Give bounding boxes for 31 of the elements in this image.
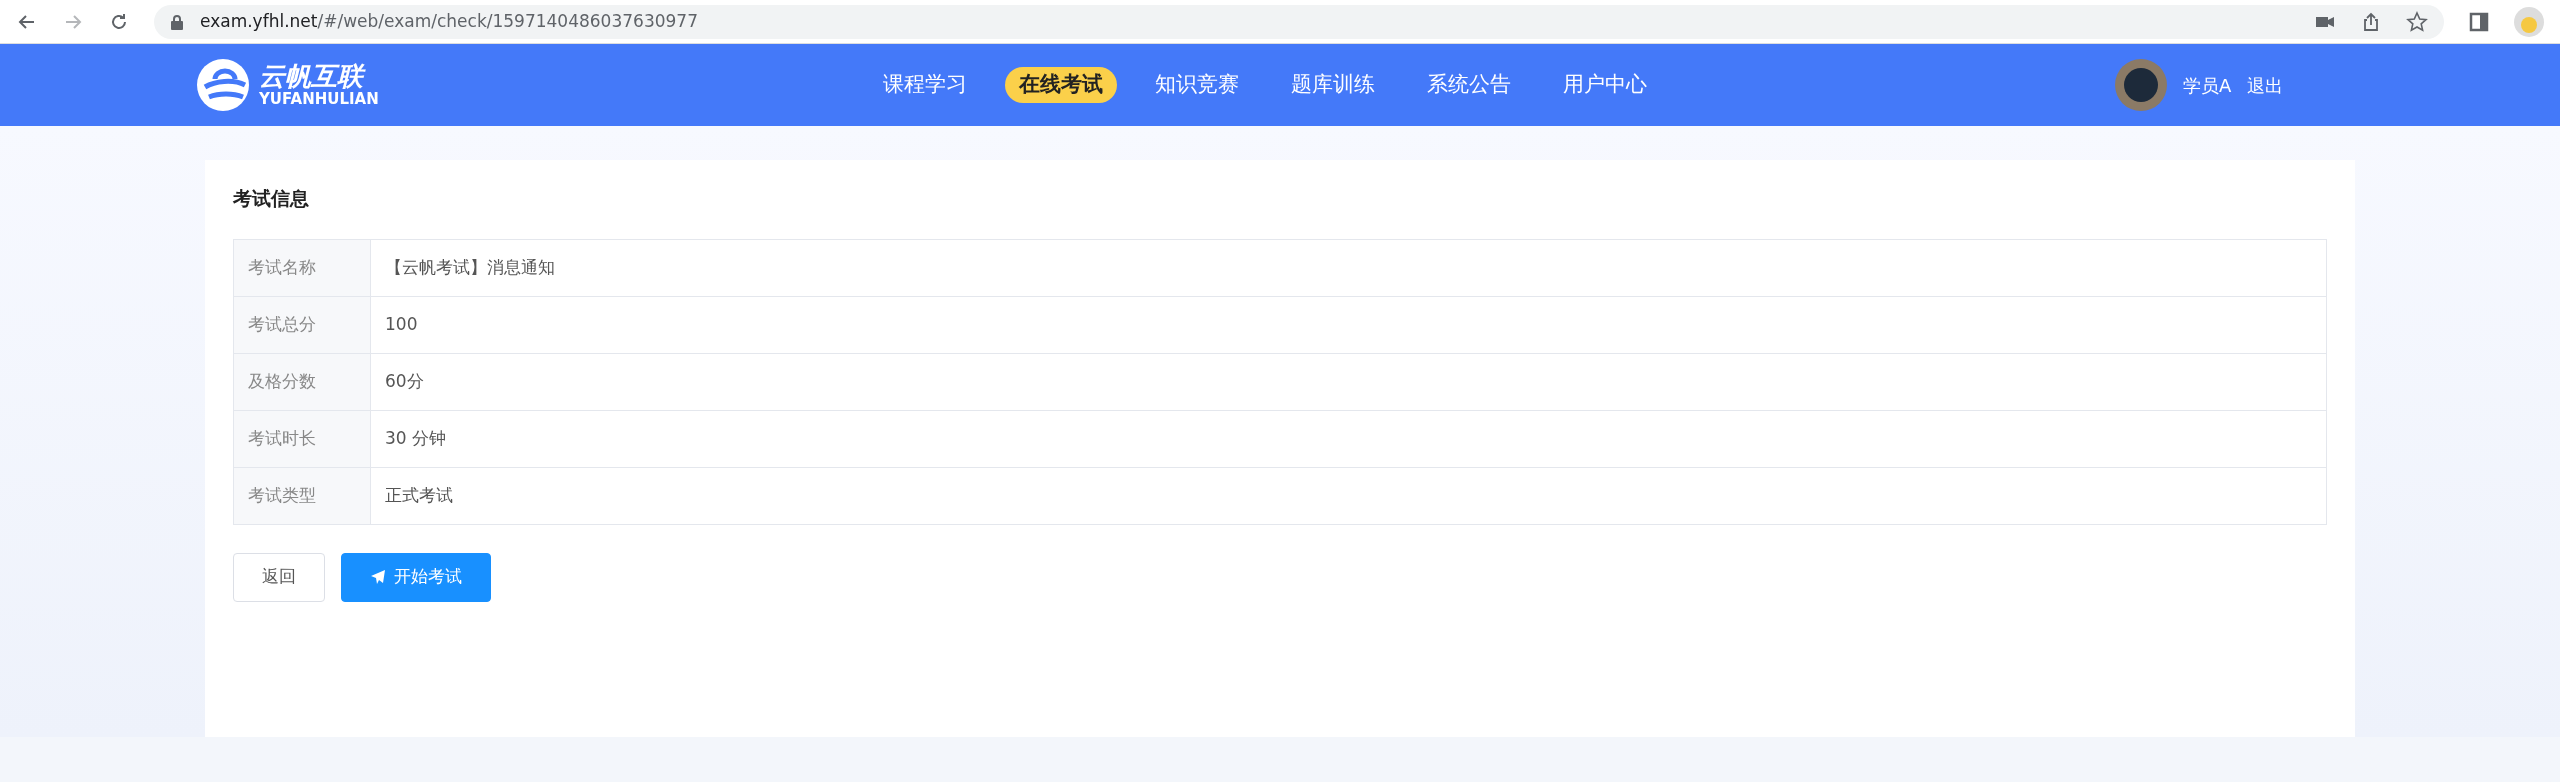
nav-tab[interactable]: 知识竞赛: [1140, 67, 1253, 103]
nav-tab[interactable]: 在线考试: [1004, 67, 1117, 103]
start-exam-button[interactable]: 开始考试: [341, 552, 491, 602]
field-value: 【云帆考试】消息通知: [370, 239, 2327, 296]
user-name[interactable]: 学员A: [2183, 71, 2232, 99]
nav-tab[interactable]: 用户中心: [1548, 67, 1661, 103]
star-icon[interactable]: [2406, 10, 2428, 33]
address-bar[interactable]: exam.yfhl.net/#/web/exam/check/1597140486037630977: [154, 4, 2444, 39]
field-label: 考试类型: [233, 467, 371, 524]
nav-tab[interactable]: 题库训练: [1276, 67, 1389, 103]
logo-subtitle: YUFANHULIAN: [259, 91, 379, 108]
card-title: 考试信息: [233, 186, 310, 211]
field-label: 及格分数: [233, 353, 371, 410]
send-icon: [370, 569, 386, 585]
nav-tab[interactable]: 系统公告: [1412, 67, 1525, 103]
field-label: 考试总分: [233, 296, 371, 353]
url-text: exam.yfhl.net/#/web/exam/check/1597140486037630977: [200, 9, 698, 33]
nav-tab[interactable]: 课程学习: [868, 67, 981, 103]
logo-icon: [195, 57, 251, 113]
field-label: 考试名称: [233, 239, 371, 296]
avatar-placeholder: [2115, 59, 2167, 111]
sidebar-icon[interactable]: [2468, 10, 2490, 33]
logout-link[interactable]: 退出: [2247, 71, 2284, 99]
logo-title: 云帆互联: [259, 62, 379, 92]
back-button[interactable]: 返回: [233, 552, 325, 602]
field-value: 正式考试: [370, 467, 2327, 524]
field-value: 60分: [370, 353, 2327, 410]
lock-icon: [170, 13, 184, 30]
field-value: 100: [370, 296, 2327, 353]
field-label: 考试时长: [233, 410, 371, 467]
field-value: 30 分钟: [370, 410, 2327, 467]
